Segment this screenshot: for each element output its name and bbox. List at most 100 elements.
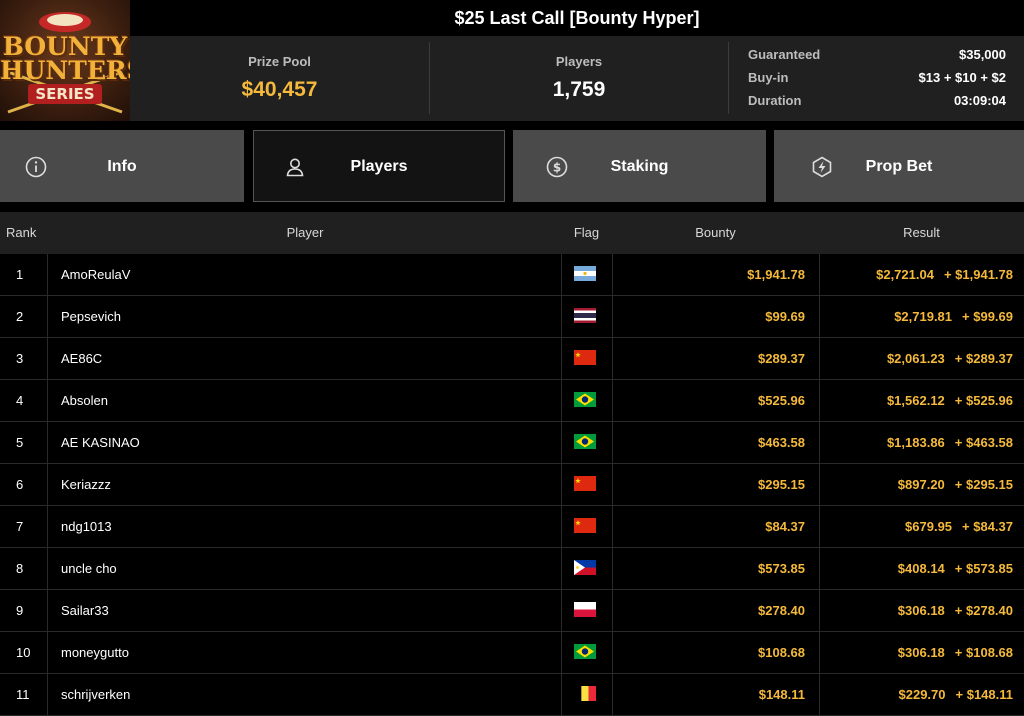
header-bounty[interactable]: Bounty [612,212,819,254]
duration-label: Duration [748,93,802,108]
player-name[interactable]: Pepsevich [47,296,561,337]
table-row[interactable]: 2 Pepsevich $99.69 $2,719.81 + $99.69 [0,296,1024,338]
header-player[interactable]: Player [0,212,610,254]
rank-cell: 3 [16,351,24,366]
result-cell: $2,719.81 + $99.69 [819,296,1024,337]
tab-staking[interactable]: $ Staking [513,130,766,202]
stats-divider [728,42,729,114]
result-bounty: + $573.85 [954,561,1013,576]
belgium-flag-icon [574,686,596,701]
result-prize: $2,719.81 [894,309,953,324]
tab-info-label: Info [107,158,137,175]
result-prize: $306.18 [897,603,945,618]
result-bounty: + $84.37 [962,519,1013,534]
player-name[interactable]: Sailar33 [47,590,561,631]
result-prize: $679.95 [905,519,953,534]
players-table-body: 1 AmoReulaV $1,941.78 $2,721.04 + $1,941.78 2… [0,254,1024,716]
tournament-details: Guaranteed $35,000 Buy-in $13 + $10 + $2… [748,36,1006,121]
china-flag-icon [574,476,596,491]
table-header: Rank Player Flag Bounty Result [0,212,1024,254]
china-flag-icon [574,350,596,365]
logo-line-2: HUNTERS [0,56,130,85]
player-name[interactable]: uncle cho [47,548,561,589]
bounty-hunters-logo: BOUNTY HUNTERS SERIES [0,0,130,121]
china-flag-icon [574,518,596,533]
flag-cell [561,380,613,421]
flag-cell [561,674,613,715]
tab-info[interactable]: Info [0,130,244,202]
header-flag[interactable]: Flag [561,212,612,254]
result-cell: $1,183.86 + $463.58 [819,422,1024,463]
brazil-flag-icon [574,644,596,659]
duration-value: 03:09:04 [953,93,1006,108]
bounty-cell: $525.96 [612,380,819,421]
table-row[interactable]: 5 AE KASINAO $463.58 $1,183.86 + $463.58 [0,422,1024,464]
rank-cell: 5 [16,435,24,450]
result-cell: $408.14 + $573.85 [819,548,1024,589]
result-cell: $897.20 + $295.15 [819,464,1024,505]
result-prize: $2,061.23 [886,351,945,366]
table-row[interactable]: 3 AE86C $289.37 $2,061.23 + $289.37 [0,338,1024,380]
rank-cell: 11 [16,687,30,702]
result-bounty: + $99.69 [962,309,1013,324]
bounty-cell: $463.58 [612,422,819,463]
player-name[interactable]: AE86C [47,338,561,379]
result-cell: $1,562.12 + $525.96 [819,380,1024,421]
table-row[interactable]: 6 Keriazzz $295.15 $897.20 + $295.15 [0,464,1024,506]
table-row[interactable]: 4 Absolen $525.96 $1,562.12 + $525.96 [0,380,1024,422]
player-name[interactable]: ndg1013 [47,506,561,547]
bounty-cell: $84.37 [612,506,819,547]
result-cell: $2,061.23 + $289.37 [819,338,1024,379]
poland-flag-icon [574,602,596,617]
thailand-flag-icon [574,308,596,323]
player-name[interactable]: moneygutto [47,632,561,673]
tournament-stats: Prize Pool $40,457 Players 1,759 Guarant… [130,36,1024,121]
result-cell: $306.18 + $108.68 [819,632,1024,673]
result-prize: $897.20 [897,477,945,492]
result-cell: $229.70 + $148.11 [819,674,1024,715]
tab-players[interactable]: Players [253,130,505,202]
bounty-cell: $289.37 [612,338,819,379]
rank-cell: 10 [16,645,31,660]
result-prize: $1,183.86 [886,435,945,450]
tab-players-label: Players [350,158,408,175]
flag-cell [561,338,613,379]
player-name[interactable]: Absolen [47,380,561,421]
result-bounty: + $148.11 [955,687,1013,702]
table-row[interactable]: 8 uncle cho $573.85 $408.14 + $573.85 [0,548,1024,590]
result-bounty: + $295.15 [954,477,1013,492]
header-result[interactable]: Result [819,212,1024,254]
player-name[interactable]: Keriazzz [47,464,561,505]
result-bounty: + $108.68 [954,645,1013,660]
table-row[interactable]: 10 moneygutto $108.68 $306.18 + $108.68 [0,632,1024,674]
result-prize: $306.18 [897,645,945,660]
player-name[interactable]: AmoReulaV [47,254,561,295]
flag-cell [561,590,613,631]
result-cell: $2,721.04 + $1,941.78 [819,254,1024,295]
buy-in-label: Buy-in [748,70,789,85]
table-row[interactable]: 9 Sailar33 $278.40 $306.18 + $278.40 [0,590,1024,632]
player-name[interactable]: AE KASINAO [47,422,561,463]
rank-cell: 6 [16,477,24,492]
flag-cell [561,632,613,673]
tab-prop-bet-label: Prop Bet [865,158,933,175]
rank-cell: 9 [16,603,24,618]
tab-prop-bet[interactable]: Prop Bet [774,130,1024,202]
flag-cell [561,422,613,463]
flag-cell [561,506,613,547]
rank-cell: 2 [16,309,24,324]
tab-staking-label: Staking [610,158,669,175]
result-cell: $306.18 + $278.40 [819,590,1024,631]
table-row[interactable]: 7 ndg1013 $84.37 $679.95 + $84.37 [0,506,1024,548]
table-row[interactable]: 11 schrijverken $148.11 $229.70 + $148.11 [0,674,1024,716]
flag-cell [561,548,613,589]
result-bounty: + $463.58 [954,435,1013,450]
bounty-cell: $1,941.78 [612,254,819,295]
player-name[interactable]: schrijverken [47,674,561,715]
table-row[interactable]: 1 AmoReulaV $1,941.78 $2,721.04 + $1,941.78 [0,254,1024,296]
rank-cell: 8 [16,561,24,576]
result-bounty: + $278.40 [954,603,1013,618]
result-bounty: + $289.37 [954,351,1013,366]
tab-bar: Info Players $ Staking Prop Bet [0,130,1024,204]
guaranteed-value: $35,000 [959,47,1006,62]
